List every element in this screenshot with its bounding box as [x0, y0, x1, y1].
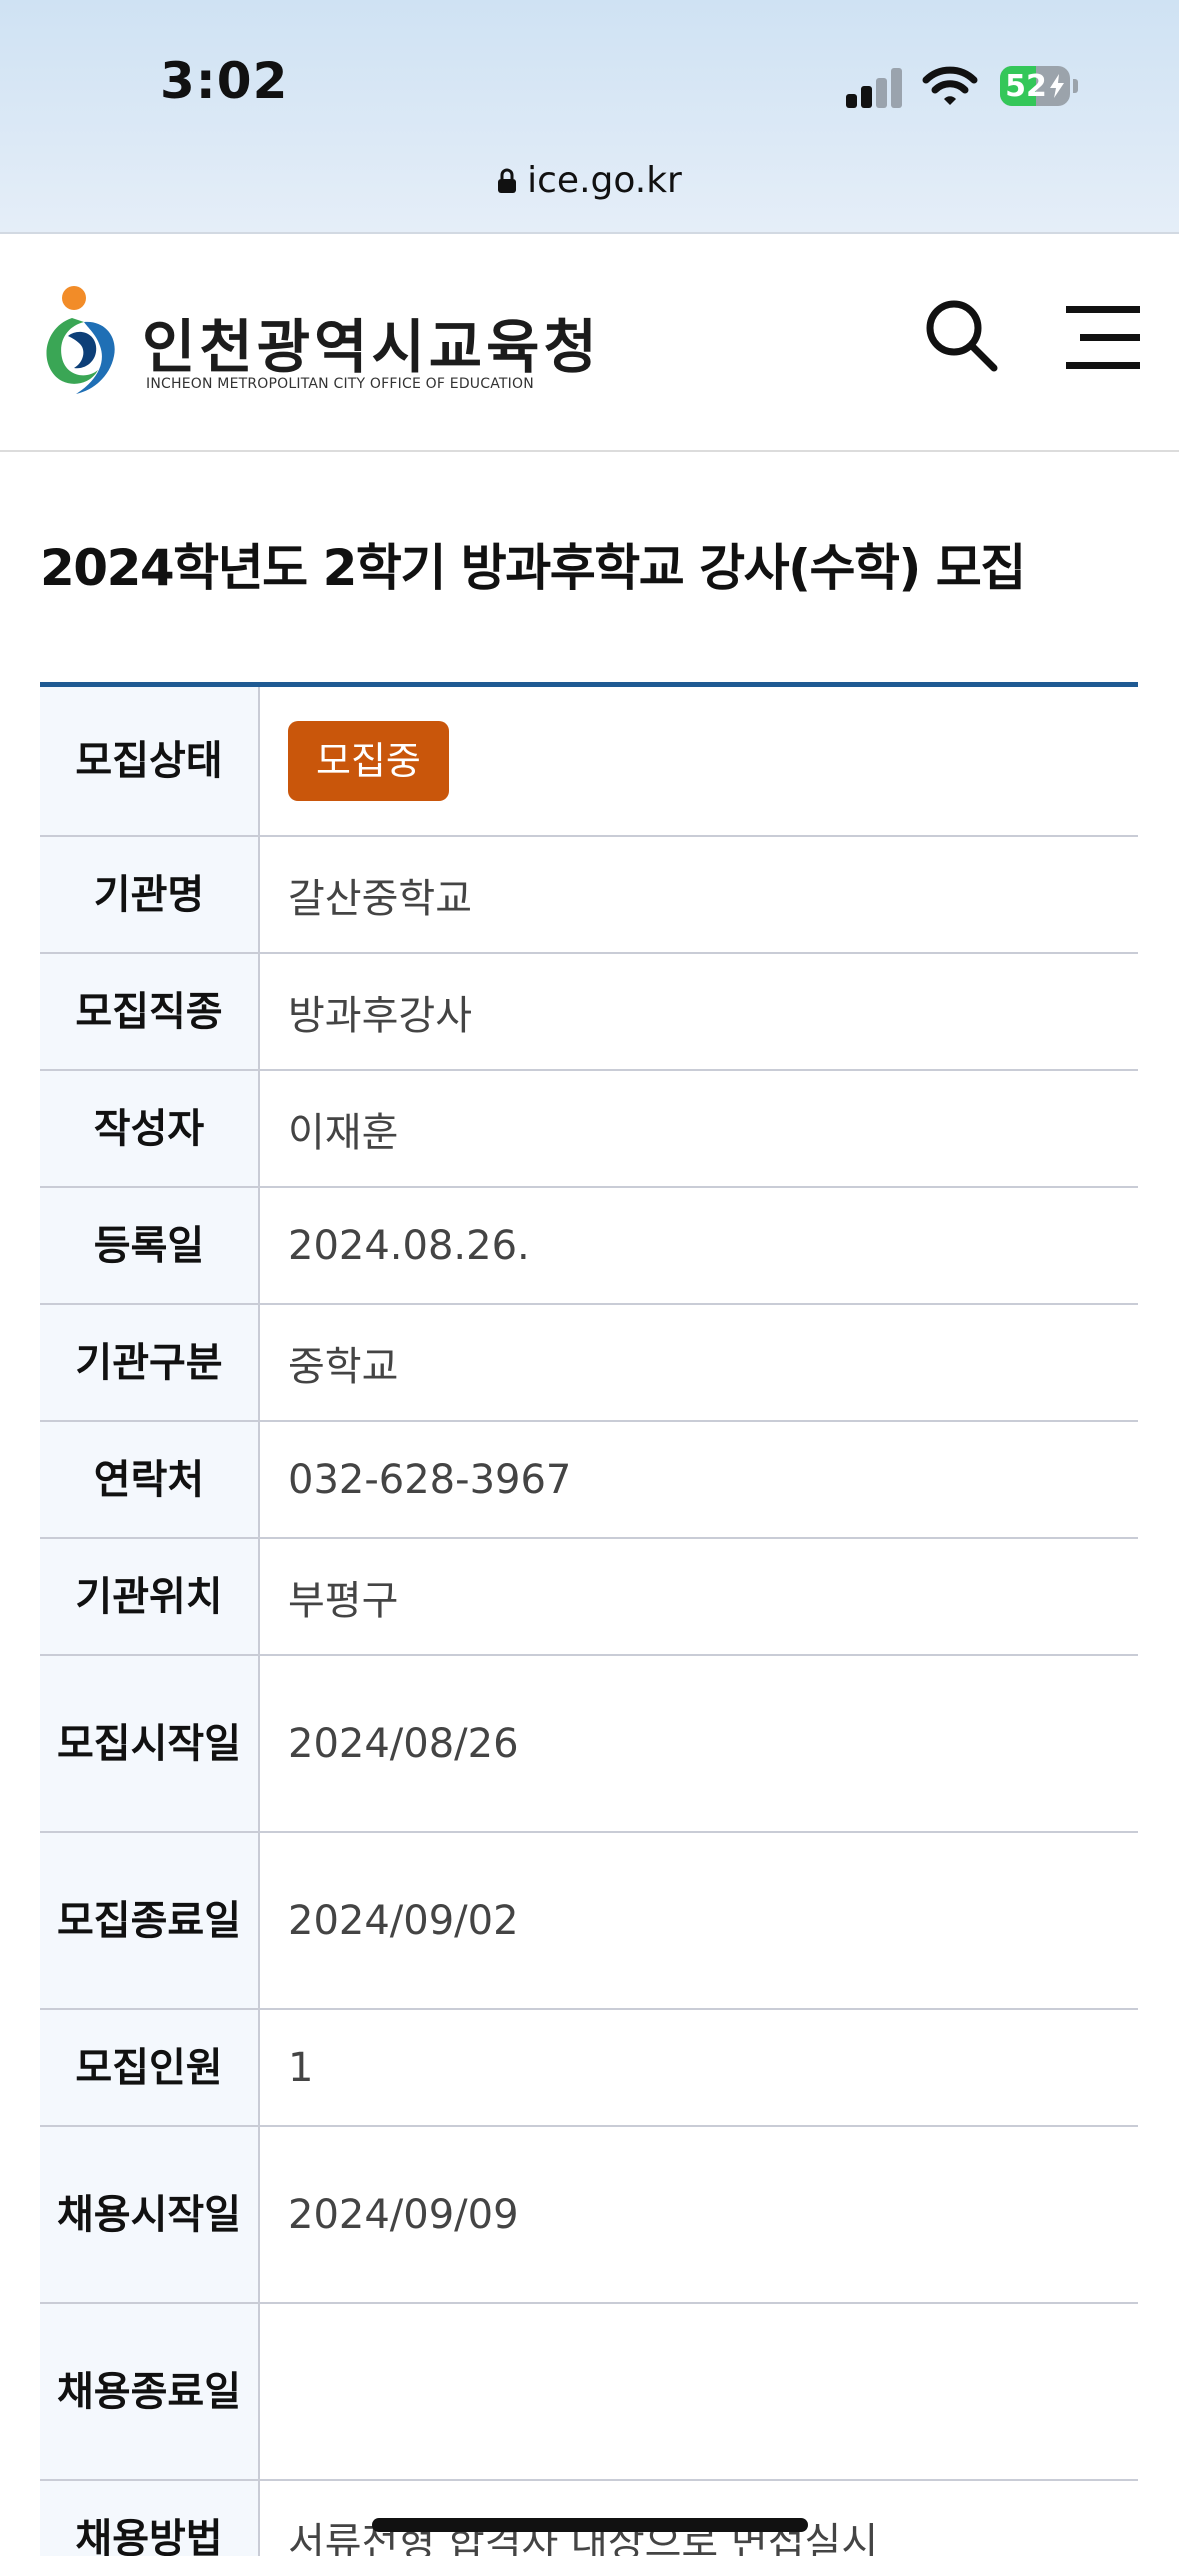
table-row-status: 모집상태 모집중	[40, 687, 1138, 837]
table-row: 모집직종 방과후강사	[40, 954, 1138, 1071]
row-value: 중학교	[288, 1343, 399, 1390]
battery-icon: 52	[1000, 66, 1070, 106]
row-value: 방과후강사	[288, 992, 472, 1039]
row-value: 2024/09/02	[288, 1897, 519, 1944]
table-row: 등록일 2024.08.26.	[40, 1188, 1138, 1305]
row-value: 2024/08/26	[288, 1720, 519, 1767]
site-header: 인천광역시교육청 INCHEON METROPOLITAN CITY OFFIC…	[0, 236, 1179, 452]
table-row: 채용시작일 2024/09/09	[40, 2127, 1138, 2304]
row-label: 모집시작일	[40, 1656, 260, 1831]
row-value-phone[interactable]: 032-628-3967	[260, 1422, 1138, 1537]
hamburger-menu-icon[interactable]	[1062, 298, 1144, 378]
row-label: 연락처	[40, 1422, 260, 1537]
row-value: 부평구	[288, 1577, 399, 1624]
wifi-icon	[922, 66, 978, 105]
row-label: 등록일	[40, 1188, 260, 1303]
row-value: 이재훈	[288, 1109, 399, 1156]
battery-nub	[1073, 79, 1078, 93]
charging-bolt-icon	[1049, 74, 1064, 98]
table-row: 모집종료일 2024/09/02	[40, 1833, 1138, 2010]
row-value	[260, 2304, 1138, 2479]
table-row: 채용종료일	[40, 2304, 1138, 2481]
row-value: 1	[288, 2044, 314, 2091]
row-label: 모집직종	[40, 954, 260, 1069]
table-row: 연락처 032-628-3967	[40, 1422, 1138, 1539]
row-label: 채용방법	[40, 2481, 260, 2556]
url-text: ice.go.kr	[527, 160, 682, 201]
row-label: 모집인원	[40, 2010, 260, 2125]
table-row: 모집인원 1	[40, 2010, 1138, 2127]
row-value: 갈산중학교	[288, 875, 472, 922]
row-label: 기관명	[40, 837, 260, 952]
logo-korean-text: 인천광역시교육청	[142, 313, 601, 381]
logo-english-text: INCHEON METROPOLITAN CITY OFFICE OF EDUC…	[146, 376, 534, 392]
row-label: 기관구분	[40, 1305, 260, 1420]
table-row: 기관위치 부평구	[40, 1539, 1138, 1656]
battery-level: 52	[1005, 68, 1047, 104]
row-label: 채용시작일	[40, 2127, 260, 2302]
lock-icon	[498, 168, 517, 193]
education-office-logo-icon[interactable]	[38, 276, 128, 406]
status-badge: 모집중	[288, 721, 449, 801]
table-row: 기관구분 중학교	[40, 1305, 1138, 1422]
recruitment-info-table: 모집상태 모집중 기관명 갈산중학교 모집직종 방과후강사 작성자 이재훈 등록…	[40, 682, 1138, 2556]
address-bar[interactable]: ice.go.kr	[0, 160, 1179, 201]
row-label: 기관위치	[40, 1539, 260, 1654]
status-time: 3:02	[160, 52, 289, 110]
row-label: 작성자	[40, 1071, 260, 1186]
row-label: 모집종료일	[40, 1833, 260, 2008]
cellular-signal-icon	[846, 68, 902, 108]
search-icon[interactable]	[922, 296, 1002, 376]
row-value: 2024.08.26.	[288, 1222, 530, 1269]
table-row: 기관명 갈산중학교	[40, 837, 1138, 954]
row-value: 2024/09/09	[288, 2191, 519, 2238]
page-title: 2024학년도 2학기 방과후학교 강사(수학) 모집	[40, 539, 1026, 597]
browser-top-bar: 3:02 52 ice.go.kr	[0, 0, 1179, 234]
row-label: 채용종료일	[40, 2304, 260, 2479]
row-label: 모집상태	[40, 687, 260, 835]
row-value: 모집중	[260, 687, 1138, 835]
table-row: 작성자 이재훈	[40, 1071, 1138, 1188]
table-row: 모집시작일 2024/08/26	[40, 1656, 1138, 1833]
home-indicator[interactable]	[372, 2518, 808, 2532]
